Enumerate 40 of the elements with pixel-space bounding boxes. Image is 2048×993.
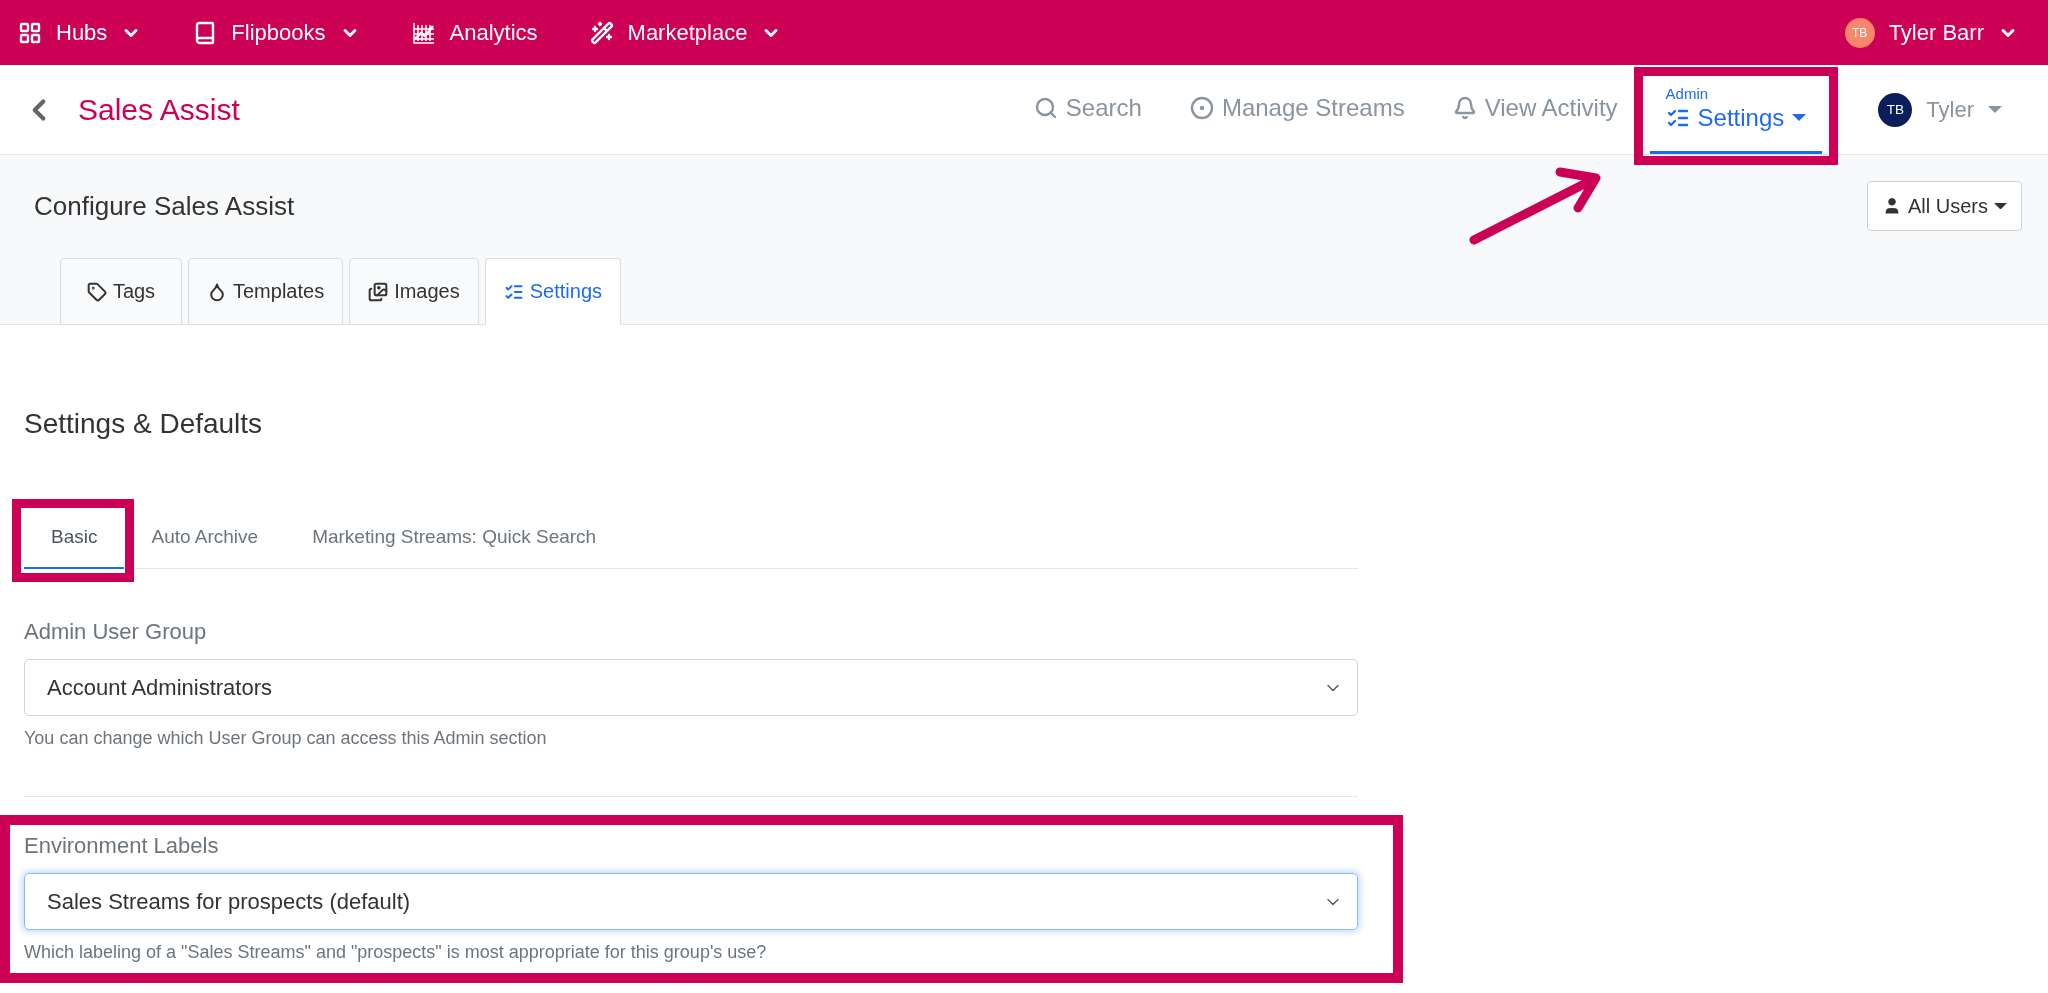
nav-menu-item[interactable]: Marketplace [589,19,782,46]
tab[interactable]: Marketing Streams: Quick Search [285,507,624,569]
droplet-icon [207,281,227,302]
select-field[interactable]: Account Administrators [24,659,1358,716]
user-menu[interactable]: TB Tyler [1878,65,2002,154]
nav-menu-item[interactable]: Flipbooks [193,19,360,46]
caret-icon [1988,106,2002,113]
caret-icon [1994,202,2007,210]
target-icon [1189,96,1214,120]
section-heading: Settings & Defaults [23,407,264,441]
help-text: You can change which User Group can access this Admin section [24,728,548,749]
field-label: Admin User Group [24,619,208,645]
header-nav-link[interactable]: Manage Streams [1173,65,1421,154]
tag-icon [86,281,107,302]
chart-icon [411,20,436,45]
images-icon [368,281,389,302]
avatar: TB [1878,92,1913,127]
caret-icon [1792,114,1807,121]
nav-menu-item[interactable]: Hubs [18,19,142,46]
tab[interactable]: Basic [24,507,125,569]
search-icon [1033,96,1058,120]
avatar: TB [1844,17,1875,48]
tab[interactable]: Images [349,258,479,325]
field-label: Environment Labels [24,833,220,859]
users-filter-button[interactable]: All Users [1867,181,2022,231]
tab[interactable]: Tags [60,258,182,325]
header-nav-link[interactable]: View Activity [1436,65,1634,154]
bell-icon [1452,96,1477,120]
page-title: Sales Assist [78,92,240,127]
tab[interactable]: Settings [484,258,621,325]
section-title: Configure Sales Assist [34,190,295,222]
user-menu[interactable]: TB Tyler Barr [1844,17,2018,48]
nav-menu-item[interactable]: Analytics [411,19,538,46]
help-text: Which labeling of a "Sales Streams" and "prospects" is most appropriate for this group's use? [24,942,768,963]
grid-icon [18,20,42,45]
tab[interactable]: Auto Archive [124,507,286,569]
header-nav-link[interactable]: Search [1017,65,1158,154]
select-field[interactable]: Sales Streams for prospects (default) [24,873,1358,930]
magic-wand-icon [589,20,614,45]
tab[interactable]: Templates [188,258,344,325]
